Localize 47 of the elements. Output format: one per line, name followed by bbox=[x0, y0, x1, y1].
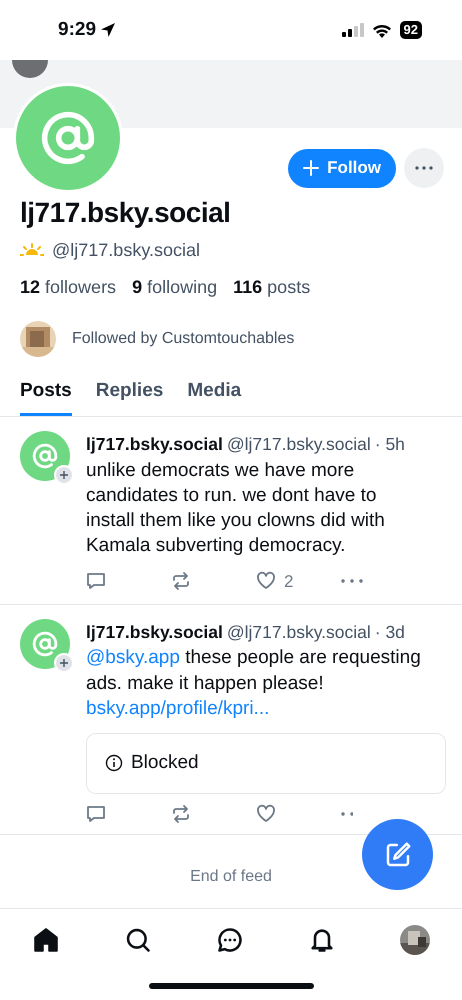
chat-icon[interactable] bbox=[216, 926, 244, 954]
stat-count[interactable]: 116 posts bbox=[233, 274, 310, 301]
sun-icon bbox=[20, 243, 44, 258]
at-sign-icon bbox=[40, 110, 96, 166]
like-count: 2 bbox=[284, 570, 294, 593]
comment-icon[interactable] bbox=[86, 571, 106, 592]
post-time: · 5h bbox=[374, 433, 405, 456]
wifi-icon bbox=[372, 22, 392, 38]
mention-link[interactable]: @bsky.app bbox=[86, 647, 180, 668]
comment-icon[interactable] bbox=[86, 804, 106, 824]
post-time: · 3d bbox=[374, 621, 405, 644]
signal-icon bbox=[342, 23, 364, 37]
battery-level: 92 bbox=[400, 21, 422, 39]
handle: @lj717.bsky.social bbox=[52, 238, 200, 262]
author-name[interactable]: lj717.bsky.social bbox=[86, 619, 223, 646]
location-icon bbox=[100, 22, 116, 38]
heart-icon[interactable] bbox=[256, 804, 276, 824]
ellipsis-icon bbox=[415, 166, 433, 170]
ellipsis-icon[interactable] bbox=[341, 812, 353, 816]
home-icon[interactable] bbox=[32, 926, 60, 954]
heart-icon[interactable] bbox=[256, 571, 276, 592]
plus-icon bbox=[59, 658, 69, 668]
followed-by-text: Followed by Customtouchables bbox=[72, 328, 294, 349]
stat-count[interactable]: 12 followers bbox=[20, 274, 116, 301]
author-name[interactable]: lj717.bsky.social bbox=[86, 431, 223, 458]
at-sign-icon bbox=[32, 631, 58, 658]
tab[interactable]: Posts bbox=[20, 376, 72, 416]
stat-count[interactable]: 9 following bbox=[132, 274, 218, 301]
status-time: 9:29 bbox=[58, 18, 96, 42]
tab[interactable]: Replies bbox=[96, 376, 164, 416]
post-text: unlike democrats we have more candidates to run. we dont have to install them like you clowns did with Kamala subverting democracy. bbox=[86, 458, 386, 558]
author-handle[interactable]: @lj717.bsky.social bbox=[226, 619, 371, 646]
blocked-label: Blocked bbox=[131, 751, 199, 776]
follow-button[interactable]: Follow bbox=[288, 148, 396, 188]
ellipsis-icon[interactable] bbox=[341, 579, 363, 584]
author-handle[interactable]: @lj717.bsky.social bbox=[226, 431, 371, 458]
post-link[interactable]: bsky.app/profile/kpri... bbox=[86, 698, 270, 719]
display-name: lj717.bsky.social bbox=[20, 198, 232, 229]
post-text: @bsky.app these people are requesting ads. make it happen please! bsky.app/profile/kpri... bbox=[86, 646, 422, 721]
end-of-feed-text: End of feed bbox=[190, 866, 272, 887]
plus-icon bbox=[303, 160, 320, 176]
tab[interactable]: Media bbox=[187, 376, 242, 416]
plus-icon bbox=[59, 470, 69, 480]
at-sign-icon bbox=[32, 443, 58, 470]
repost-icon[interactable] bbox=[171, 571, 191, 592]
info-icon bbox=[105, 754, 123, 772]
repost-icon[interactable] bbox=[171, 804, 191, 824]
